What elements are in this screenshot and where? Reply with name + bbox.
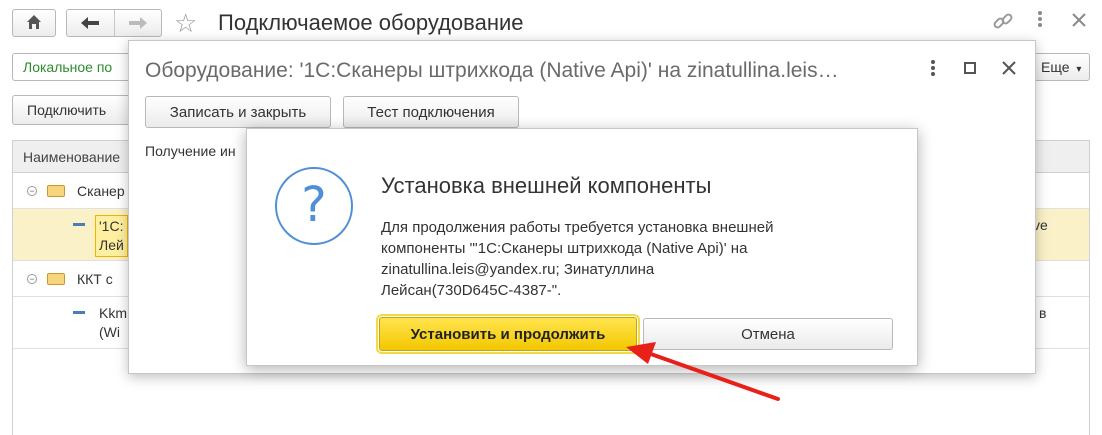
install-component-dialog: ? Установка внешней компоненты Для продо…: [246, 128, 918, 366]
status-label: Получение ин: [145, 143, 236, 159]
test-connection-button[interactable]: Тест подключения: [343, 96, 519, 128]
more-vert-icon[interactable]: [1036, 8, 1044, 36]
home-button[interactable]: [12, 9, 56, 37]
dialog-title: Установка внешней компоненты: [381, 173, 712, 198]
cancel-button[interactable]: Отмена: [643, 318, 893, 350]
install-and-continue-button[interactable]: Установить и продолжить: [376, 314, 640, 354]
home-icon: [26, 14, 42, 33]
message-line: Для продолжения работы требуется установ…: [381, 219, 774, 236]
page-title: Подключаемое оборудование: [218, 10, 524, 35]
item-icon: [73, 311, 85, 314]
chevron-down-icon: ▾: [1076, 64, 1082, 75]
group-label: ККТ с: [77, 271, 113, 287]
close-icon[interactable]: [1001, 57, 1017, 84]
maximize-icon[interactable]: [963, 59, 977, 82]
collapse-icon[interactable]: −: [27, 274, 37, 284]
message-line: компоненты "'1С:Сканеры штрихкода (Nativ…: [381, 240, 748, 257]
connect-button[interactable]: Подключить: [12, 95, 137, 125]
more-label: Еще: [1041, 59, 1070, 75]
arrow-right-icon: [128, 17, 147, 29]
local-filter-button[interactable]: Локальное по: [12, 53, 132, 81]
cell-name: '1С: Лей: [95, 215, 128, 257]
navigation-buttons: [66, 9, 162, 37]
message-line: zinatullina.leis@yandex.ru; Зинатуллина: [381, 261, 655, 278]
more-button[interactable]: Еще ▾: [1034, 53, 1090, 81]
question-icon: ?: [275, 167, 353, 245]
cell-line-1: Kkm: [99, 305, 127, 321]
collapse-icon[interactable]: −: [27, 186, 37, 196]
cell-line-2: Лей: [99, 237, 124, 253]
cell-line-2: (Wi: [99, 324, 120, 340]
forward-button[interactable]: [113, 10, 162, 36]
cell-right: в: [1039, 305, 1047, 321]
arrow-left-icon: [81, 17, 100, 29]
cell-line-1: '1С:: [99, 218, 124, 234]
close-icon[interactable]: [1070, 8, 1088, 36]
cell-name: Kkm (Wi: [99, 304, 127, 342]
dialog-title: Оборудование: '1С:Сканеры штрихкода (Nat…: [145, 59, 839, 82]
folder-icon: [47, 273, 65, 285]
item-icon: [73, 223, 85, 226]
back-button[interactable]: [67, 10, 114, 36]
favorite-star-icon[interactable]: ☆: [174, 9, 197, 37]
more-vert-icon[interactable]: [929, 57, 937, 84]
link-icon[interactable]: [992, 10, 1014, 38]
group-label: Сканер: [77, 183, 125, 199]
dialog-message: Для продолжения работы требуется установ…: [381, 217, 851, 301]
message-line: Лейсан(730D645C-4387-".: [381, 282, 562, 299]
save-and-close-button[interactable]: Записать и закрыть: [145, 96, 331, 128]
folder-icon: [47, 185, 65, 197]
